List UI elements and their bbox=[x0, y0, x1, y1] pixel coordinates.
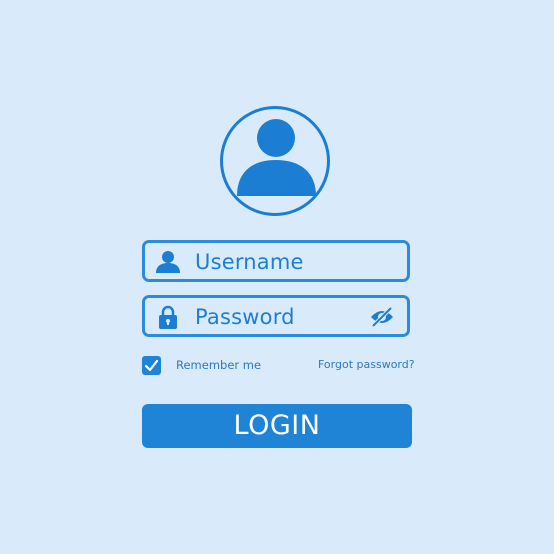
password-field[interactable]: Password bbox=[142, 295, 410, 337]
password-placeholder: Password bbox=[195, 305, 295, 329]
forgot-password-link[interactable]: Forgot password? bbox=[318, 358, 415, 371]
remember-checkbox[interactable] bbox=[142, 356, 161, 375]
user-icon bbox=[156, 251, 180, 273]
user-avatar-icon bbox=[237, 119, 316, 196]
lock-icon bbox=[159, 305, 177, 329]
checkmark-icon bbox=[144, 359, 159, 372]
eye-slash-icon[interactable] bbox=[369, 306, 395, 328]
login-button[interactable]: LOGIN bbox=[142, 404, 412, 448]
username-placeholder: Username bbox=[195, 250, 304, 274]
username-field[interactable]: Username bbox=[142, 240, 410, 282]
avatar bbox=[220, 106, 330, 216]
remember-label: Remember me bbox=[176, 358, 262, 372]
